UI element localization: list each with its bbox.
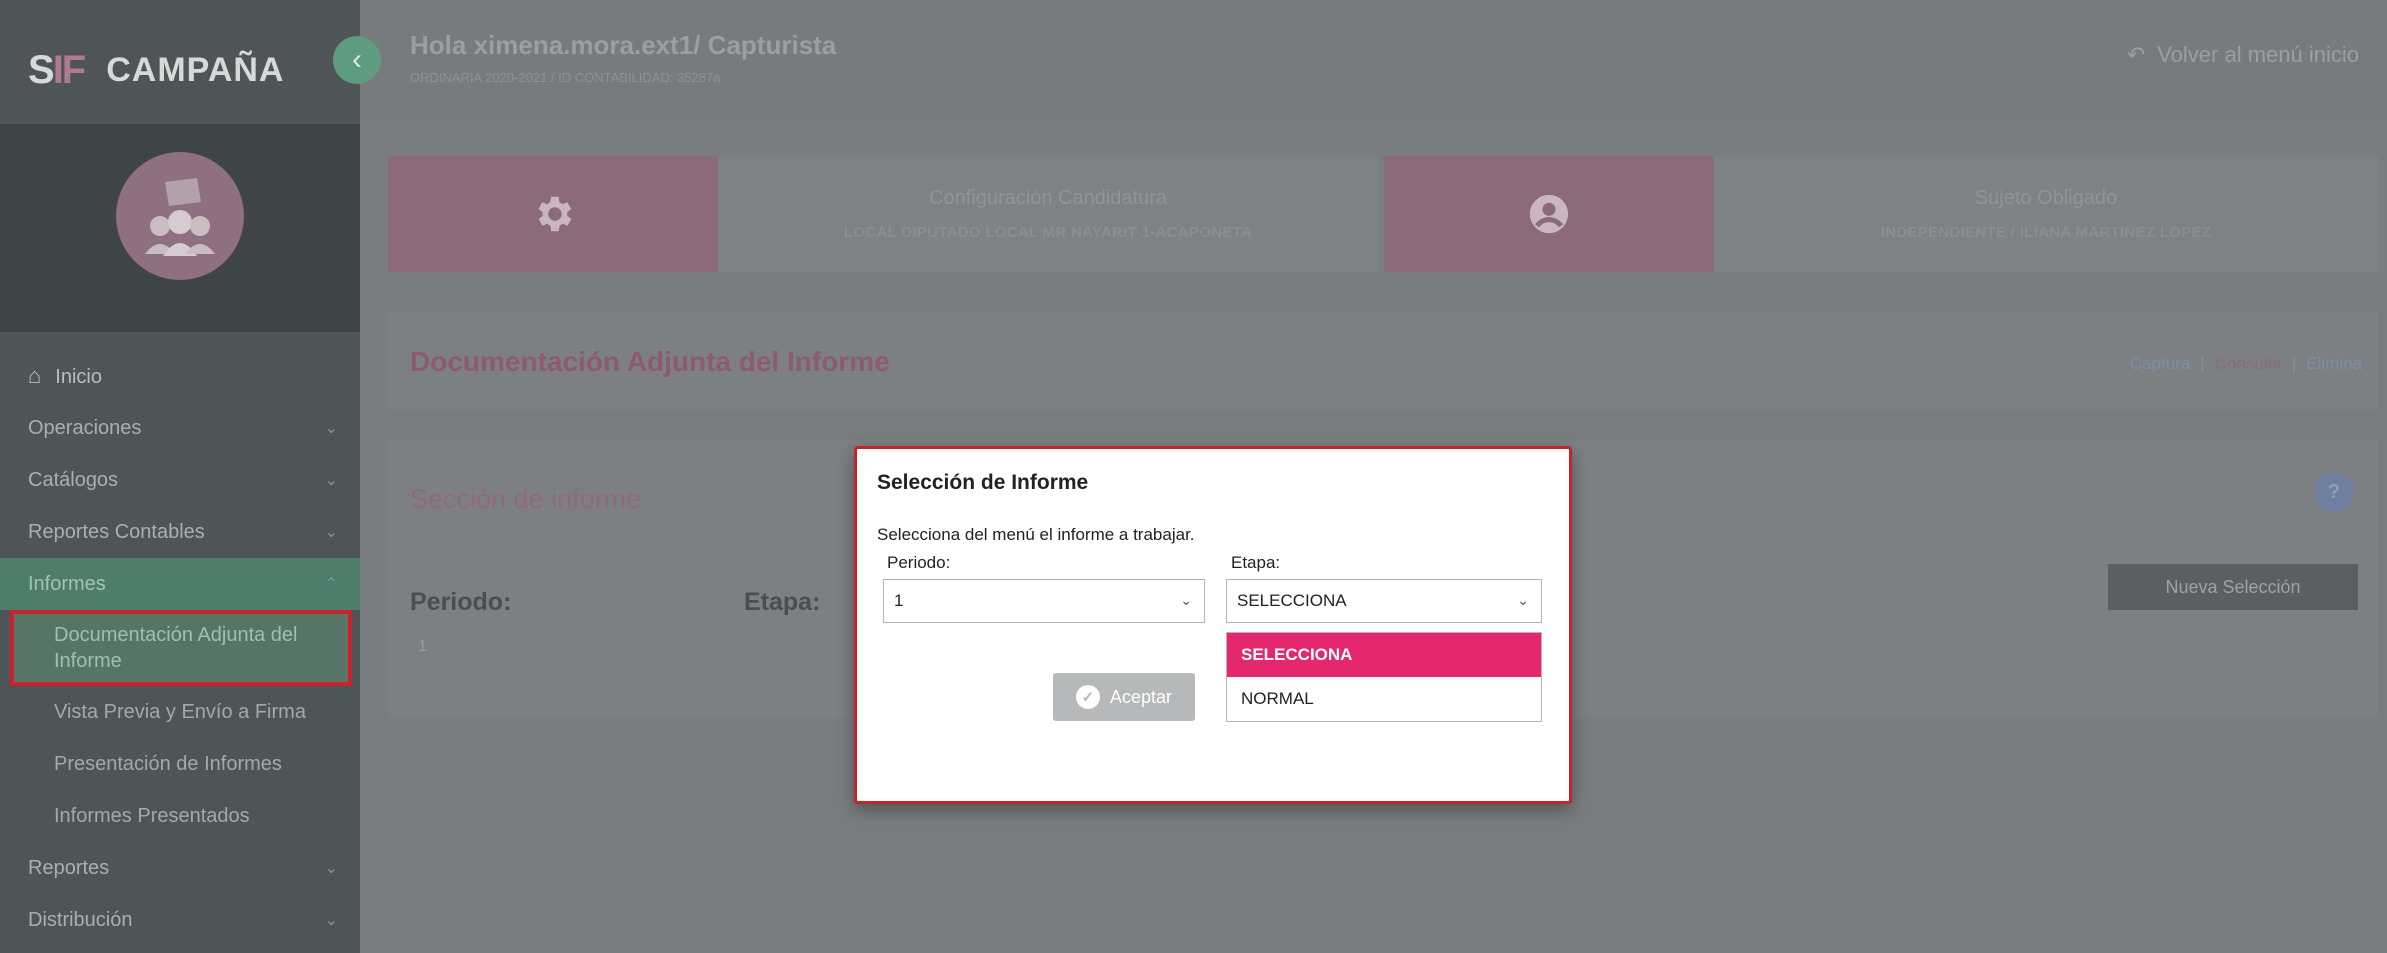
etapa-option-selecciona[interactable]: SELECCIONA bbox=[1227, 633, 1541, 677]
sidebar-item-reportes-contables[interactable]: Reportes Contables ⌄ bbox=[0, 506, 360, 558]
etapa-select[interactable]: SELECCIONA ⌄ bbox=[1226, 579, 1542, 623]
sidebar-nav: ⌂ Inicio Operaciones ⌄ Catálogos ⌄ Reportes… bbox=[0, 350, 360, 946]
chevron-down-icon: ⌄ bbox=[324, 860, 338, 877]
sidebar-item-catalogos[interactable]: Catálogos ⌄ bbox=[0, 454, 360, 506]
sidebar-item-informes[interactable]: Informes ⌃ bbox=[0, 558, 360, 610]
logo-mark: SIF bbox=[28, 47, 86, 92]
sidebar-item-inicio[interactable]: ⌂ Inicio bbox=[0, 350, 360, 402]
modal-description: Selecciona del menú el informe a trabaja… bbox=[877, 525, 1195, 544]
card-title: Configuración Candidatura bbox=[929, 187, 1167, 209]
obligated-subject-card: Sujeto Obligado INDEPENDIENTE / ILIANA M… bbox=[1384, 156, 2378, 272]
captura-link[interactable]: Captura bbox=[2130, 354, 2190, 373]
gear-icon-box bbox=[388, 156, 718, 272]
periodo-value: 1 bbox=[418, 638, 427, 655]
candidacy-config-card: Configuración Candidatura LOCAL DIPUTADO… bbox=[388, 156, 1378, 272]
periodo-label: Periodo: bbox=[410, 588, 512, 616]
sidebar-subitem-informes-presentados[interactable]: Informes Presentados bbox=[0, 790, 360, 842]
chevron-up-icon: ⌃ bbox=[324, 576, 338, 593]
check-circle-icon: ✓ bbox=[1075, 685, 1100, 709]
report-selection-modal: Selección de Informe Selecciona del menú… bbox=[854, 446, 1572, 804]
sidebar-subitem-documentacion-adjunta[interactable]: Documentación Adjunta del Informe bbox=[10, 610, 352, 686]
etapa-label: Etapa: bbox=[744, 588, 821, 616]
elimina-link[interactable]: Elimina bbox=[2306, 354, 2362, 373]
etapa-field-label: Etapa: bbox=[1231, 553, 1281, 572]
help-icon[interactable]: ? bbox=[2314, 472, 2354, 512]
accept-button[interactable]: ✓ Aceptar bbox=[1053, 673, 1195, 721]
chevron-down-icon: ⌄ bbox=[324, 912, 338, 929]
chevron-down-icon: ⌄ bbox=[1180, 592, 1192, 608]
app-logo: SIF CAMPAÑA bbox=[28, 40, 284, 100]
app-name: CAMPAÑA bbox=[106, 50, 285, 89]
card-detail: INDEPENDIENTE / ILIANA MARTINEZ LOPEZ bbox=[1880, 224, 2212, 241]
user-greeting: Hola ximena.mora.ext1/ Capturista bbox=[410, 30, 837, 60]
back-arrow-icon: ↶ bbox=[2126, 42, 2146, 67]
chevron-down-icon: ⌄ bbox=[324, 472, 338, 489]
sidebar-item-distribucion[interactable]: Distribución ⌄ bbox=[0, 894, 360, 946]
action-links: Captura | Consulta | Elimina bbox=[2129, 354, 2362, 373]
sidebar-subitem-presentacion[interactable]: Presentación de Informes bbox=[0, 738, 360, 790]
periodo-field-label: Periodo: bbox=[887, 553, 951, 572]
accounting-subtitle: ORDINARIA 2020-2021 / ID CONTABILIDAD: 3… bbox=[410, 70, 721, 85]
users-group-icon bbox=[145, 178, 215, 256]
modal-title: Selección de Informe bbox=[877, 471, 1089, 494]
consulta-link[interactable]: Consulta bbox=[2215, 354, 2282, 373]
home-icon: ⌂ bbox=[28, 363, 42, 388]
sidebar-item-reportes[interactable]: Reportes ⌄ bbox=[0, 842, 360, 894]
chevron-left-icon: ‹ bbox=[352, 43, 362, 76]
section-title: Sección de informe bbox=[410, 484, 642, 514]
etapa-dropdown-list: SELECCIONA NORMAL bbox=[1226, 632, 1542, 722]
periodo-select[interactable]: 1 ⌄ bbox=[883, 579, 1205, 623]
avatar bbox=[116, 152, 244, 280]
sidebar-subitem-vista-previa[interactable]: Vista Previa y Envío a Firma bbox=[0, 686, 360, 738]
card-detail: LOCAL DIPUTADO LOCAL MR NAYARIT 1-ACAPON… bbox=[843, 224, 1253, 241]
chevron-down-icon: ⌄ bbox=[324, 524, 338, 541]
top-bar: Hola ximena.mora.ext1/ Capturista ORDINA… bbox=[360, 0, 2387, 118]
chevron-down-icon: ⌄ bbox=[1517, 592, 1529, 608]
gear-icon bbox=[538, 196, 572, 232]
page-header-panel: Documentación Adjunta del Informe Captur… bbox=[388, 312, 2378, 410]
new-selection-button[interactable]: Nueva Selección bbox=[2108, 564, 2358, 610]
page-title: Documentación Adjunta del Informe bbox=[410, 346, 890, 377]
sidebar-item-operaciones[interactable]: Operaciones ⌄ bbox=[0, 402, 360, 454]
sidebar: SIF CAMPAÑA ‹ ⌂ Inicio Operaciones ⌄ Catál… bbox=[0, 0, 381, 953]
etapa-option-normal[interactable]: NORMAL bbox=[1227, 677, 1541, 721]
back-to-menu-link[interactable]: ↶ Volver al menú inicio bbox=[2127, 42, 2359, 68]
user-icon-box bbox=[1384, 156, 1714, 272]
user-circle-icon bbox=[1529, 194, 1569, 234]
chevron-down-icon: ⌄ bbox=[324, 420, 338, 437]
card-title: Sujeto Obligado bbox=[1974, 187, 2118, 209]
sidebar-collapse-button[interactable]: ‹ bbox=[333, 36, 381, 84]
